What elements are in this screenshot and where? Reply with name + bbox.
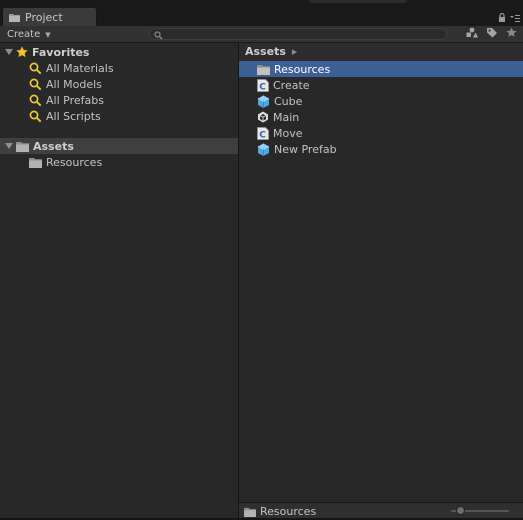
asset-label: Create [273,78,310,92]
folder-icon [257,64,270,75]
status-path-label: Resources [260,505,317,518]
asset-label: Move [273,126,303,140]
folder-icon [9,13,20,22]
assets-label: Assets [33,139,74,153]
tree-folder-resources[interactable]: Resources [29,154,102,170]
expand-arrow-icon[interactable] [5,49,13,55]
search-icon [29,110,42,123]
svg-text:C: C [259,130,266,140]
search-icon [29,62,42,75]
asset-label: Cube [274,94,303,108]
chevron-down-icon: ▼ [45,30,51,39]
search-icon [29,94,42,107]
asset-item-resources[interactable]: Resources [239,61,523,77]
project-toolbar: Create ▼ [0,26,523,43]
svg-text:C: C [259,82,266,92]
tab-bar: Project [0,0,523,26]
filter-tools [466,27,517,38]
breadcrumb: Assets ▶ [239,43,523,60]
csharp-script-icon: C [257,78,269,92]
asset-list-pane: Assets ▶ Resources C Create Cube Main C … [239,43,523,520]
asset-item-main[interactable]: Main [239,109,523,125]
favorites-header[interactable]: Favorites [5,44,89,60]
asset-label: New Prefab [274,142,337,156]
favorites-star-icon [16,46,28,58]
folder-label: Resources [46,155,103,169]
favorite-item-models[interactable]: All Models [29,76,102,92]
search-icon [154,30,163,43]
slider-thumb[interactable] [455,506,465,515]
search-icon [29,78,42,91]
folder-tree-pane: Favorites All Materials All Models All P… [0,43,238,520]
asset-label: Resources [274,62,331,76]
unity-scene-icon [257,111,269,123]
prefab-cube-icon [257,143,270,156]
csharp-script-icon: C [257,126,269,140]
icon-size-slider[interactable] [451,506,509,515]
favorite-star-icon[interactable] [506,27,517,38]
asset-label: Main [273,110,300,124]
folder-icon [16,141,29,152]
create-dropdown-button[interactable]: Create ▼ [7,27,51,42]
favorite-item-scripts[interactable]: All Scripts [29,108,101,124]
tab-label: Project [25,10,63,24]
favorite-label: All Materials [46,61,114,75]
title-bar-notch [309,0,407,3]
assets-root-folder[interactable]: Assets [5,138,74,154]
prefab-cube-icon [257,95,270,108]
favorite-label: All Models [46,77,102,91]
search-input[interactable] [166,29,436,39]
chevron-right-icon: ▶ [291,47,298,56]
expand-arrow-icon[interactable] [5,143,13,149]
lock-icon[interactable] [498,12,506,25]
favorite-item-materials[interactable]: All Materials [29,60,114,76]
favorite-label: All Prefabs [46,93,104,107]
breadcrumb-assets[interactable]: Assets [245,45,286,58]
status-path: Resources [244,505,316,518]
asset-item-create[interactable]: C Create [239,77,523,93]
create-label: Create [7,29,41,40]
favorites-label: Favorites [32,45,90,59]
filter-by-type-icon[interactable] [466,27,478,38]
asset-item-cube[interactable]: Cube [239,93,523,109]
asset-item-move[interactable]: C Move [239,125,523,141]
folder-icon [244,507,256,517]
favorite-item-prefabs[interactable]: All Prefabs [29,92,104,108]
tab-controls [498,12,520,25]
favorite-label: All Scripts [46,109,101,123]
filter-by-label-icon[interactable] [486,27,498,38]
asset-item-new-prefab[interactable]: New Prefab [239,141,523,157]
search-field[interactable] [149,28,447,40]
folder-icon [29,157,42,168]
menu-icon[interactable] [510,12,520,25]
tab-project[interactable]: Project [2,7,97,26]
